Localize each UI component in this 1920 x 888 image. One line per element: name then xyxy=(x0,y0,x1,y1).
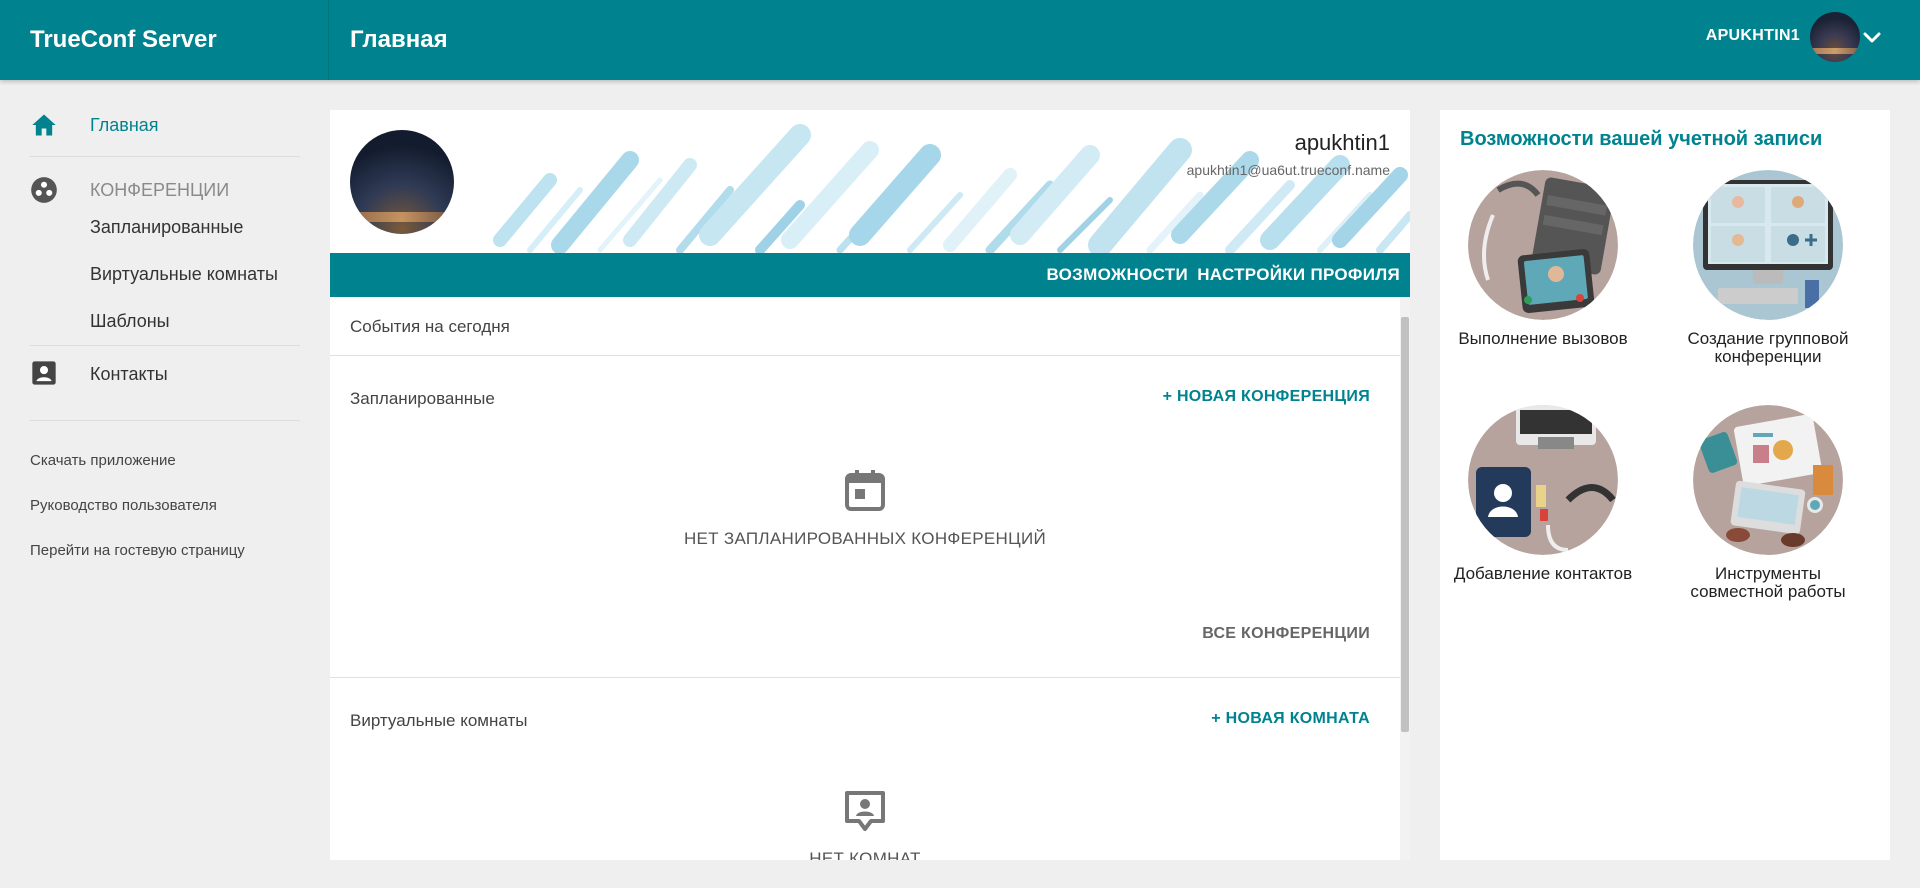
top-bar-divider xyxy=(328,0,329,80)
contacts-icon xyxy=(32,361,56,385)
profile-name: apukhtin1 xyxy=(1294,130,1390,155)
sidebar-item-conferences: КОНФЕРЕНЦИИ xyxy=(0,168,300,208)
features-panel: Возможности вашей учетной записи Выполне… xyxy=(1440,110,1890,860)
conferences-icon xyxy=(31,177,57,203)
sidebar-divider xyxy=(30,420,300,421)
sidebar-item-home[interactable]: Главная xyxy=(0,105,300,145)
sidebar-divider xyxy=(30,156,300,157)
sidebar-item-contacts[interactable]: Контакты xyxy=(0,353,300,393)
virtual-rooms-section-title: Виртуальные комнаты xyxy=(350,711,528,730)
all-conferences-link[interactable]: ВСЕ КОНФЕРЕНЦИИ xyxy=(1202,625,1370,643)
profile-email: apukhtin1@ua6ut.trueconf.name xyxy=(1186,162,1390,178)
section-divider xyxy=(330,355,1400,356)
new-conference-button[interactable]: + НОВАЯ КОНФЕРЕНЦИЯ xyxy=(1163,388,1370,406)
calls-illustration-icon xyxy=(1468,170,1618,320)
banner-pattern xyxy=(493,124,1410,253)
no-scheduled-text: НЕТ ЗАПЛАНИРОВАННЫХ КОНФЕРЕНЦИЙ xyxy=(683,529,1047,548)
sidebar-item-conferences-label: КОНФЕРЕНЦИИ xyxy=(90,180,230,200)
features-title: Возможности вашей учетной записи xyxy=(1460,128,1823,150)
user-avatar[interactable] xyxy=(1810,12,1860,62)
add-contacts-illustration-icon xyxy=(1468,405,1618,555)
user-guide-link[interactable]: Руководство пользователя xyxy=(30,497,217,514)
sidebar-item-contacts-label: Контакты xyxy=(90,364,168,384)
events-content: События на сегодня Запланированные + НОВ… xyxy=(330,297,1400,860)
feature-add-contacts-label: Добавление контактов xyxy=(1453,564,1633,583)
tab-profile-settings[interactable]: НАСТРОЙКИ ПРОФИЛЯ xyxy=(1197,265,1400,285)
feature-group-conference-label: Создание групповой конференции xyxy=(1687,329,1849,366)
sidebar: Главная КОНФЕРЕНЦИИ Запланированные Вирт… xyxy=(0,80,300,888)
page-title: Главная xyxy=(350,26,448,53)
tab-features[interactable]: ВОЗМОЖНОСТИ xyxy=(1046,265,1188,285)
brand-title[interactable]: TrueConf Server xyxy=(30,26,217,54)
scrollbar-thumb[interactable] xyxy=(1401,317,1409,732)
new-room-button[interactable]: + НОВАЯ КОМНАТА xyxy=(1211,710,1370,728)
feature-collaboration-tools-label: Инструменты совместной работы xyxy=(1690,564,1846,601)
guest-page-link[interactable]: Перейти на гостевую страницу xyxy=(30,542,245,559)
top-bar: TrueConf Server Главная APUKHTIN1 xyxy=(0,0,1920,80)
collaboration-tools-illustration-icon xyxy=(1693,405,1843,555)
sidebar-item-home-label: Главная xyxy=(90,115,159,135)
room-icon xyxy=(845,791,885,831)
scheduled-section-title: Запланированные xyxy=(350,389,495,408)
main-panel: apukhtin1 apukhtin1@ua6ut.trueconf.name … xyxy=(330,110,1410,860)
calendar-icon xyxy=(845,470,885,511)
download-app-link[interactable]: Скачать приложение xyxy=(30,452,176,469)
sidebar-divider xyxy=(30,345,300,346)
profile-banner: apukhtin1 apukhtin1@ua6ut.trueconf.name xyxy=(330,110,1410,253)
home-icon xyxy=(32,114,56,136)
no-rooms-text: НЕТ КОМНАТ xyxy=(809,849,921,860)
sidebar-item-templates[interactable]: Шаблоны xyxy=(90,311,170,332)
sidebar-item-virtual-rooms[interactable]: Виртуальные комнаты xyxy=(90,264,278,285)
section-divider xyxy=(330,677,1400,678)
user-name[interactable]: APUKHTIN1 xyxy=(1706,27,1800,45)
sidebar-item-scheduled[interactable]: Запланированные xyxy=(90,217,243,238)
profile-avatar[interactable] xyxy=(350,130,454,234)
profile-tab-bar: ВОЗМОЖНОСТИ НАСТРОЙКИ ПРОФИЛЯ xyxy=(330,253,1410,297)
feature-calls-label: Выполнение вызовов xyxy=(1458,329,1628,348)
chevron-down-icon[interactable] xyxy=(1860,26,1884,50)
content-scrollbar[interactable] xyxy=(1400,297,1410,860)
group-conference-illustration-icon xyxy=(1693,170,1843,320)
today-events-title: События на сегодня xyxy=(350,317,510,336)
